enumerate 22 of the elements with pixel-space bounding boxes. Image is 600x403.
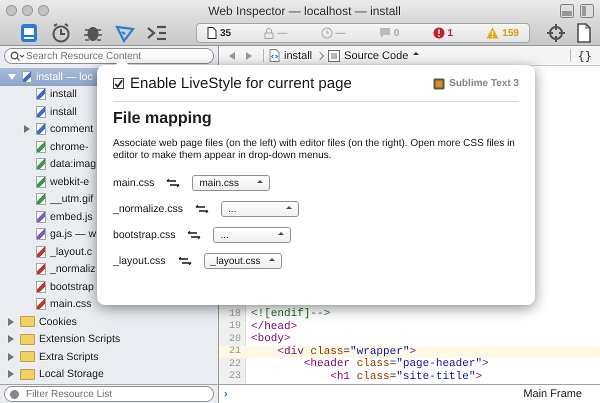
page-file-name: bootstrap.css [113, 229, 176, 241]
line-number: 18 [228, 308, 242, 320]
enable-label: Enable LiveStyle for current page [130, 75, 352, 92]
line-number: 22 [228, 358, 242, 370]
line-number: 19 [228, 321, 242, 332]
code-text: <div class="wrapper"> [276, 346, 416, 358]
section-heading: File mapping [113, 110, 213, 128]
description-text: Associate web page files (on the left) with editor files (on the right). Open more CSS files in editor to make them appear in drop-down menus. [113, 138, 516, 162]
code-text: </head> [250, 320, 298, 333]
page-file-name: _normalize.css [113, 203, 184, 215]
page-file-name: main.css [113, 177, 154, 189]
code-text: <h1 class="site-title"> [329, 370, 482, 383]
page-file-name: _layout.css [113, 255, 166, 267]
line-number: 21 [228, 346, 242, 358]
line-number: 20 [228, 334, 242, 345]
code-text: <body> [250, 333, 291, 346]
code-text: <header class="page-header"> [302, 358, 489, 370]
line-number: 23 [228, 371, 242, 382]
window-title: Web Inspector — localhost — install [207, 4, 402, 18]
editor-name: Sublime Text 3 [433, 78, 519, 90]
console-prompt: › [223, 388, 228, 400]
code-text: <![endif]--> [250, 308, 330, 320]
